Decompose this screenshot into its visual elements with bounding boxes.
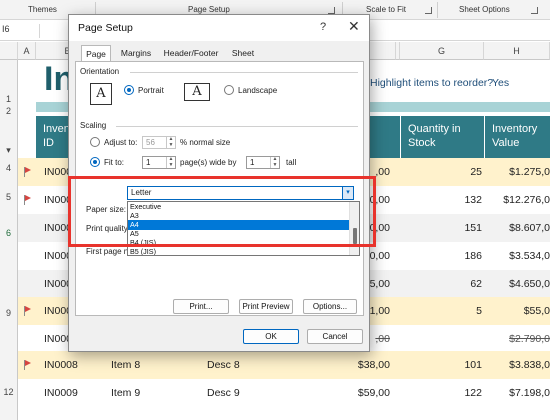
column-header-g[interactable]: G	[400, 42, 484, 60]
row-header-2[interactable]: 2	[0, 106, 18, 116]
highlight-annotation-box	[68, 176, 376, 247]
paper-option[interactable]: B5 (JIS)	[128, 247, 350, 255]
cell-qty[interactable]: 25	[400, 158, 482, 186]
spinner-arrows-icon[interactable]: ▲ ▼	[166, 136, 175, 148]
select-all-corner[interactable]	[0, 42, 18, 60]
cell-value[interactable]: $2.790,0	[484, 325, 550, 353]
cell-qty[interactable]	[400, 325, 482, 353]
ribbon-separator	[437, 2, 438, 18]
cancel-button[interactable]: Cancel	[307, 329, 363, 344]
ribbon-group-scale-to-fit[interactable]: Scale to Fit	[366, 5, 406, 14]
fit-wide-spinner[interactable]: 1 ▲ ▼	[142, 156, 176, 169]
ok-button[interactable]: OK	[243, 329, 299, 344]
cell-value[interactable]: $3.534,0	[484, 242, 550, 270]
row-header-5[interactable]: 5	[0, 192, 18, 206]
tall-label: tall	[286, 158, 297, 167]
cell-value[interactable]: $4.650,0	[484, 270, 550, 298]
portrait-radio[interactable]	[124, 85, 134, 95]
cell-desc[interactable]: Desc 9	[207, 379, 297, 407]
header-inventory-value[interactable]: Inventory Value	[484, 116, 550, 158]
cell-qty[interactable]: 5	[400, 297, 482, 325]
cell-name[interactable]: Item 8	[111, 351, 191, 379]
highlight-reorder-label: Highlight items to reorder?	[370, 77, 494, 89]
cell-qty[interactable]: 151	[400, 214, 482, 242]
column-header-h[interactable]: H	[484, 42, 550, 60]
group-divider	[130, 72, 358, 73]
scale-to-fit-launcher-icon[interactable]	[425, 7, 432, 14]
cell-qty[interactable]: 62	[400, 270, 482, 298]
row-header-6[interactable]: 6	[0, 228, 18, 242]
wide-by-label: page(s) wide by	[180, 158, 237, 167]
cell-qty[interactable]: 186	[400, 242, 482, 270]
name-box[interactable]: I6	[0, 24, 40, 38]
cell-value[interactable]: $1.275,0	[484, 158, 550, 186]
fit-wide-value: 1	[146, 158, 151, 167]
highlight-reorder-value[interactable]: Yes	[492, 77, 509, 89]
adjust-to-label[interactable]: Adjust to:	[104, 138, 137, 147]
adjust-to-radio[interactable]	[90, 137, 100, 147]
options-button[interactable]: Options...	[303, 299, 357, 314]
cell-qty[interactable]: 101	[400, 351, 482, 379]
cell-price[interactable]: $59,00	[300, 379, 390, 407]
orientation-label: Orientation	[80, 67, 120, 76]
tab-sheet[interactable]: Sheet	[226, 45, 260, 61]
header-quantity-in-stock[interactable]: Quantity in Stock	[400, 116, 484, 158]
row-header-1[interactable]: 1	[0, 94, 18, 106]
cell-id[interactable]: IN0009	[44, 379, 104, 407]
row-header-4[interactable]: 4	[0, 163, 18, 177]
cell-id[interactable]: IN0008	[44, 351, 104, 379]
reorder-flag-icon	[24, 167, 32, 177]
dialog-title-bar[interactable]: Page Setup ? ✕	[69, 15, 369, 41]
reorder-flag-icon	[24, 306, 32, 316]
fit-to-label[interactable]: Fit to:	[104, 158, 124, 167]
spinner-arrows-icon[interactable]: ▲ ▼	[270, 156, 279, 168]
cell-value[interactable]: $3.838,0	[484, 351, 550, 379]
cell-value[interactable]: $7.198,0	[484, 379, 550, 407]
tab-margins[interactable]: Margins	[116, 45, 156, 61]
cell-qty[interactable]: 132	[400, 186, 482, 214]
ribbon-group-sheet-options[interactable]: Sheet Options	[459, 5, 510, 14]
cell-value[interactable]: $12.276,0	[484, 186, 550, 214]
column-header-a[interactable]: A	[18, 42, 36, 60]
sheet-options-launcher-icon[interactable]	[531, 7, 538, 14]
fit-tall-spinner[interactable]: 1 ▲ ▼	[246, 156, 280, 169]
cell-value[interactable]: $55,0	[484, 297, 550, 325]
print-preview-button[interactable]: Print Preview	[239, 299, 293, 314]
adjust-to-spinner[interactable]: 56 ▲ ▼	[142, 136, 176, 149]
row-header-3[interactable]: ▾	[0, 143, 18, 157]
table-row[interactable]: IN0008 Item 8 Desc 8 $38,00 101 $3.838,0	[18, 351, 550, 379]
ribbon-group-themes[interactable]: Themes	[28, 5, 57, 14]
help-icon[interactable]: ?	[320, 21, 326, 33]
cell-price[interactable]: $38,00	[300, 351, 390, 379]
adjust-to-suffix: % normal size	[180, 138, 231, 147]
cell-name[interactable]: Item 9	[111, 379, 191, 407]
tab-page[interactable]: Page	[81, 45, 111, 62]
fit-tall-value: 1	[250, 158, 255, 167]
cell-value[interactable]: $8.607,0	[484, 214, 550, 242]
landscape-label[interactable]: Landscape	[238, 86, 277, 95]
dialog-title: Page Setup	[78, 22, 133, 34]
close-icon[interactable]: ✕	[348, 18, 360, 35]
reorder-flag-icon	[24, 195, 32, 205]
spinner-arrows-icon[interactable]: ▲ ▼	[166, 156, 175, 168]
page-setup-launcher-icon[interactable]	[328, 7, 335, 14]
row-header-9[interactable]: 9	[0, 308, 18, 322]
tab-header-footer[interactable]: Header/Footer	[159, 45, 223, 61]
group-divider	[116, 126, 358, 127]
cell-desc[interactable]: Desc 8	[207, 351, 297, 379]
adjust-to-value: 56	[146, 138, 155, 147]
portrait-icon: A	[90, 83, 112, 105]
print-button[interactable]: Print...	[173, 299, 229, 314]
table-row[interactable]: IN0009 Item 9 Desc 9 $59,00 122 $7.198,0	[18, 379, 550, 407]
fit-to-radio[interactable]	[90, 157, 100, 167]
scaling-label: Scaling	[80, 121, 107, 130]
cell-qty[interactable]: 122	[400, 379, 482, 407]
ribbon-group-page-setup[interactable]: Page Setup	[188, 5, 230, 14]
portrait-label[interactable]: Portrait	[138, 86, 164, 95]
reorder-flag-icon	[24, 360, 32, 370]
row-header-12[interactable]: 12	[0, 387, 18, 401]
landscape-radio[interactable]	[224, 85, 234, 95]
landscape-icon: A	[184, 83, 210, 101]
